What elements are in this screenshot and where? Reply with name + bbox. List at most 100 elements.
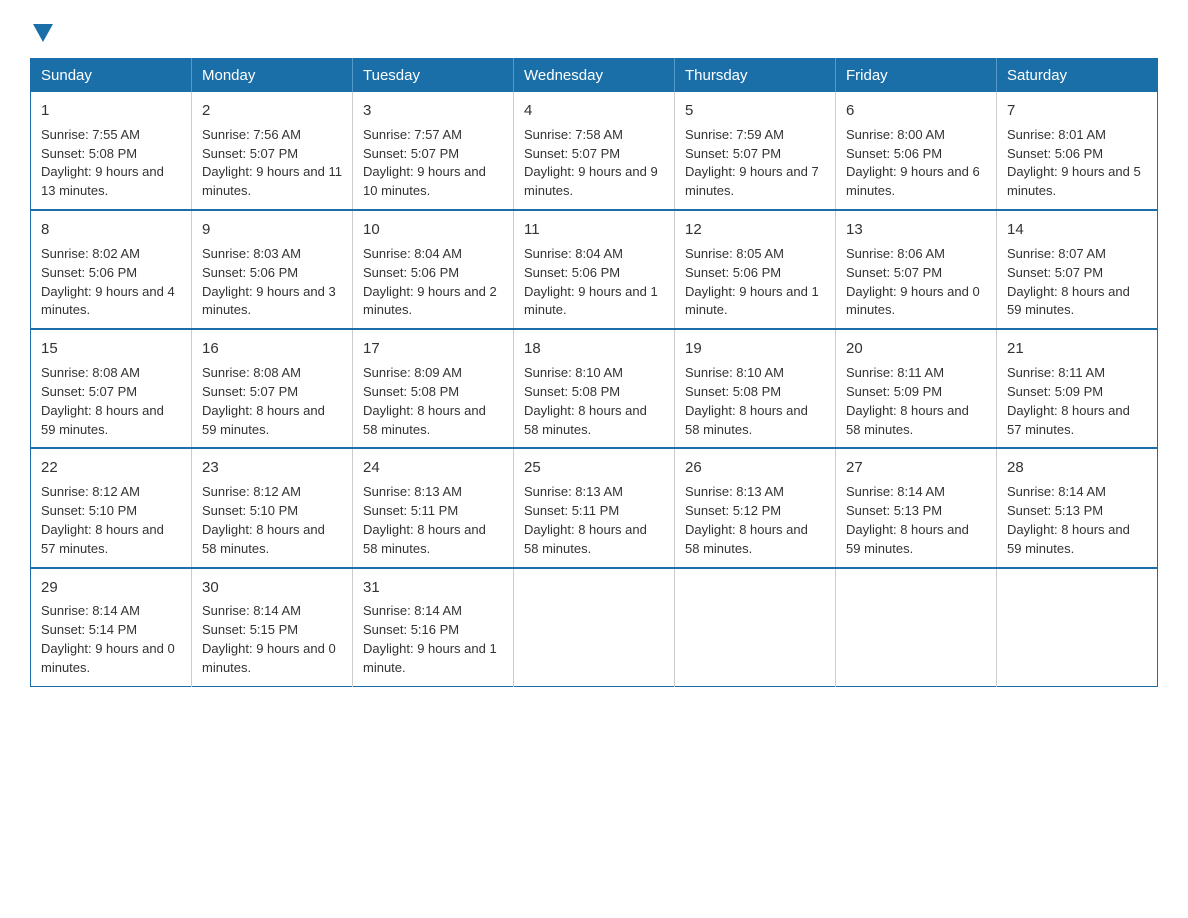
day-info: Sunrise: 8:06 AMSunset: 5:07 PMDaylight:… <box>846 246 980 318</box>
day-number: 25 <box>524 457 664 479</box>
calendar-cell: 14Sunrise: 8:07 AMSunset: 5:07 PMDayligh… <box>997 210 1158 329</box>
calendar-cell: 4 Sunrise: 7:58 AMSunset: 5:07 PMDaylight… <box>514 92 675 210</box>
calendar-cell: 20 Sunrise: 8:11 AMSunset: 5:09 PMDayligh… <box>836 329 997 448</box>
day-info: Sunrise: 8:14 AMSunset: 5:16 PMDaylight:… <box>363 603 497 675</box>
day-number: 17 <box>363 338 503 360</box>
day-number: 22 <box>41 457 181 479</box>
calendar-table: SundayMondayTuesdayWednesdayThursdayFrid… <box>30 58 1158 687</box>
calendar-cell: 19 Sunrise: 8:10 AMSunset: 5:08 PMDayligh… <box>675 329 836 448</box>
calendar-cell: 5 Sunrise: 7:59 AMSunset: 5:07 PMDaylight… <box>675 92 836 210</box>
day-info: Sunrise: 8:11 AMSunset: 5:09 PMDaylight:… <box>846 365 969 437</box>
day-number: 19 <box>685 338 825 360</box>
day-info: Sunrise: 8:05 AMSunset: 5:06 PMDaylight:… <box>685 246 819 318</box>
calendar-cell: 22 Sunrise: 8:12 AMSunset: 5:10 PMDayligh… <box>31 448 192 567</box>
day-info: Sunrise: 7:55 AMSunset: 5:08 PMDaylight:… <box>41 127 164 199</box>
weekday-header-tuesday: Tuesday <box>353 59 514 93</box>
day-info: Sunrise: 8:00 AMSunset: 5:06 PMDaylight:… <box>846 127 980 199</box>
day-number: 1 <box>41 100 181 122</box>
day-number: 13 <box>846 219 986 241</box>
calendar-cell: 6 Sunrise: 8:00 AMSunset: 5:06 PMDaylight… <box>836 92 997 210</box>
calendar-cell: 7 Sunrise: 8:01 AMSunset: 5:06 PMDaylight… <box>997 92 1158 210</box>
day-number: 23 <box>202 457 342 479</box>
day-number: 6 <box>846 100 986 122</box>
weekday-header-friday: Friday <box>836 59 997 93</box>
day-info: Sunrise: 8:13 AMSunset: 5:11 PMDaylight:… <box>363 484 486 556</box>
day-info: Sunrise: 8:14 AMSunset: 5:15 PMDaylight:… <box>202 603 336 675</box>
calendar-cell: 8 Sunrise: 8:02 AMSunset: 5:06 PMDaylight… <box>31 210 192 329</box>
day-number: 15 <box>41 338 181 360</box>
calendar-cell: 24 Sunrise: 8:13 AMSunset: 5:11 PMDayligh… <box>353 448 514 567</box>
weekday-header-thursday: Thursday <box>675 59 836 93</box>
day-info: Sunrise: 8:10 AMSunset: 5:08 PMDaylight:… <box>685 365 808 437</box>
calendar-cell: 3 Sunrise: 7:57 AMSunset: 5:07 PMDaylight… <box>353 92 514 210</box>
day-number: 12 <box>685 219 825 241</box>
weekday-header-sunday: Sunday <box>31 59 192 93</box>
calendar-cell: 27 Sunrise: 8:14 AMSunset: 5:13 PMDayligh… <box>836 448 997 567</box>
day-info: Sunrise: 8:02 AMSunset: 5:06 PMDaylight:… <box>41 246 175 318</box>
day-number: 2 <box>202 100 342 122</box>
calendar-cell: 21 Sunrise: 8:11 AMSunset: 5:09 PMDayligh… <box>997 329 1158 448</box>
day-number: 5 <box>685 100 825 122</box>
calendar-cell: 28 Sunrise: 8:14 AMSunset: 5:13 PMDayligh… <box>997 448 1158 567</box>
calendar-cell: 25 Sunrise: 8:13 AMSunset: 5:11 PMDayligh… <box>514 448 675 567</box>
calendar-cell: 13 Sunrise: 8:06 AMSunset: 5:07 PMDayligh… <box>836 210 997 329</box>
week-row-3: 15 Sunrise: 8:08 AMSunset: 5:07 PMDayligh… <box>31 329 1158 448</box>
day-number: 8 <box>41 219 181 241</box>
day-number: 28 <box>1007 457 1147 479</box>
calendar-cell <box>675 568 836 687</box>
day-info: Sunrise: 8:13 AMSunset: 5:11 PMDaylight:… <box>524 484 647 556</box>
calendar-cell: 18Sunrise: 8:10 AMSunset: 5:08 PMDayligh… <box>514 329 675 448</box>
weekday-header-saturday: Saturday <box>997 59 1158 93</box>
day-info: Sunrise: 8:13 AMSunset: 5:12 PMDaylight:… <box>685 484 808 556</box>
weekday-header-row: SundayMondayTuesdayWednesdayThursdayFrid… <box>31 59 1158 93</box>
day-number: 9 <box>202 219 342 241</box>
calendar-cell: 10 Sunrise: 8:04 AMSunset: 5:06 PMDayligh… <box>353 210 514 329</box>
day-number: 27 <box>846 457 986 479</box>
day-info: Sunrise: 8:14 AMSunset: 5:14 PMDaylight:… <box>41 603 175 675</box>
day-number: 20 <box>846 338 986 360</box>
day-number: 29 <box>41 577 181 599</box>
day-number: 30 <box>202 577 342 599</box>
calendar-cell: 26Sunrise: 8:13 AMSunset: 5:12 PMDayligh… <box>675 448 836 567</box>
calendar-cell <box>997 568 1158 687</box>
day-info: Sunrise: 8:08 AMSunset: 5:07 PMDaylight:… <box>202 365 325 437</box>
day-number: 24 <box>363 457 503 479</box>
logo-arrow-icon <box>33 24 53 42</box>
calendar-cell <box>836 568 997 687</box>
day-info: Sunrise: 8:14 AMSunset: 5:13 PMDaylight:… <box>1007 484 1130 556</box>
calendar-cell: 15 Sunrise: 8:08 AMSunset: 5:07 PMDayligh… <box>31 329 192 448</box>
day-info: Sunrise: 8:09 AMSunset: 5:08 PMDaylight:… <box>363 365 486 437</box>
day-info: Sunrise: 7:59 AMSunset: 5:07 PMDaylight:… <box>685 127 819 199</box>
day-number: 7 <box>1007 100 1147 122</box>
calendar-cell: 29 Sunrise: 8:14 AMSunset: 5:14 PMDayligh… <box>31 568 192 687</box>
calendar-cell: 16Sunrise: 8:08 AMSunset: 5:07 PMDayligh… <box>192 329 353 448</box>
day-info: Sunrise: 8:08 AMSunset: 5:07 PMDaylight:… <box>41 365 164 437</box>
day-number: 11 <box>524 219 664 241</box>
day-info: Sunrise: 8:10 AMSunset: 5:08 PMDaylight:… <box>524 365 647 437</box>
weekday-header-wednesday: Wednesday <box>514 59 675 93</box>
week-row-2: 8 Sunrise: 8:02 AMSunset: 5:06 PMDaylight… <box>31 210 1158 329</box>
calendar-cell: 12 Sunrise: 8:05 AMSunset: 5:06 PMDayligh… <box>675 210 836 329</box>
day-number: 10 <box>363 219 503 241</box>
day-info: Sunrise: 7:57 AMSunset: 5:07 PMDaylight:… <box>363 127 486 199</box>
day-info: Sunrise: 7:58 AMSunset: 5:07 PMDaylight:… <box>524 127 658 199</box>
calendar-cell: 17 Sunrise: 8:09 AMSunset: 5:08 PMDayligh… <box>353 329 514 448</box>
calendar-cell <box>514 568 675 687</box>
calendar-cell: 9Sunrise: 8:03 AMSunset: 5:06 PMDaylight… <box>192 210 353 329</box>
day-number: 3 <box>363 100 503 122</box>
day-info: Sunrise: 8:07 AMSunset: 5:07 PMDaylight:… <box>1007 246 1130 318</box>
day-info: Sunrise: 8:01 AMSunset: 5:06 PMDaylight:… <box>1007 127 1141 199</box>
day-info: Sunrise: 8:14 AMSunset: 5:13 PMDaylight:… <box>846 484 969 556</box>
calendar-cell: 23 Sunrise: 8:12 AMSunset: 5:10 PMDayligh… <box>192 448 353 567</box>
calendar-cell: 2Sunrise: 7:56 AMSunset: 5:07 PMDaylight… <box>192 92 353 210</box>
day-info: Sunrise: 8:12 AMSunset: 5:10 PMDaylight:… <box>41 484 164 556</box>
day-info: Sunrise: 8:04 AMSunset: 5:06 PMDaylight:… <box>524 246 658 318</box>
day-info: Sunrise: 8:11 AMSunset: 5:09 PMDaylight:… <box>1007 365 1130 437</box>
day-number: 21 <box>1007 338 1147 360</box>
logo <box>30 20 53 40</box>
day-info: Sunrise: 8:12 AMSunset: 5:10 PMDaylight:… <box>202 484 325 556</box>
week-row-5: 29 Sunrise: 8:14 AMSunset: 5:14 PMDayligh… <box>31 568 1158 687</box>
day-number: 4 <box>524 100 664 122</box>
weekday-header-monday: Monday <box>192 59 353 93</box>
day-info: Sunrise: 8:04 AMSunset: 5:06 PMDaylight:… <box>363 246 497 318</box>
